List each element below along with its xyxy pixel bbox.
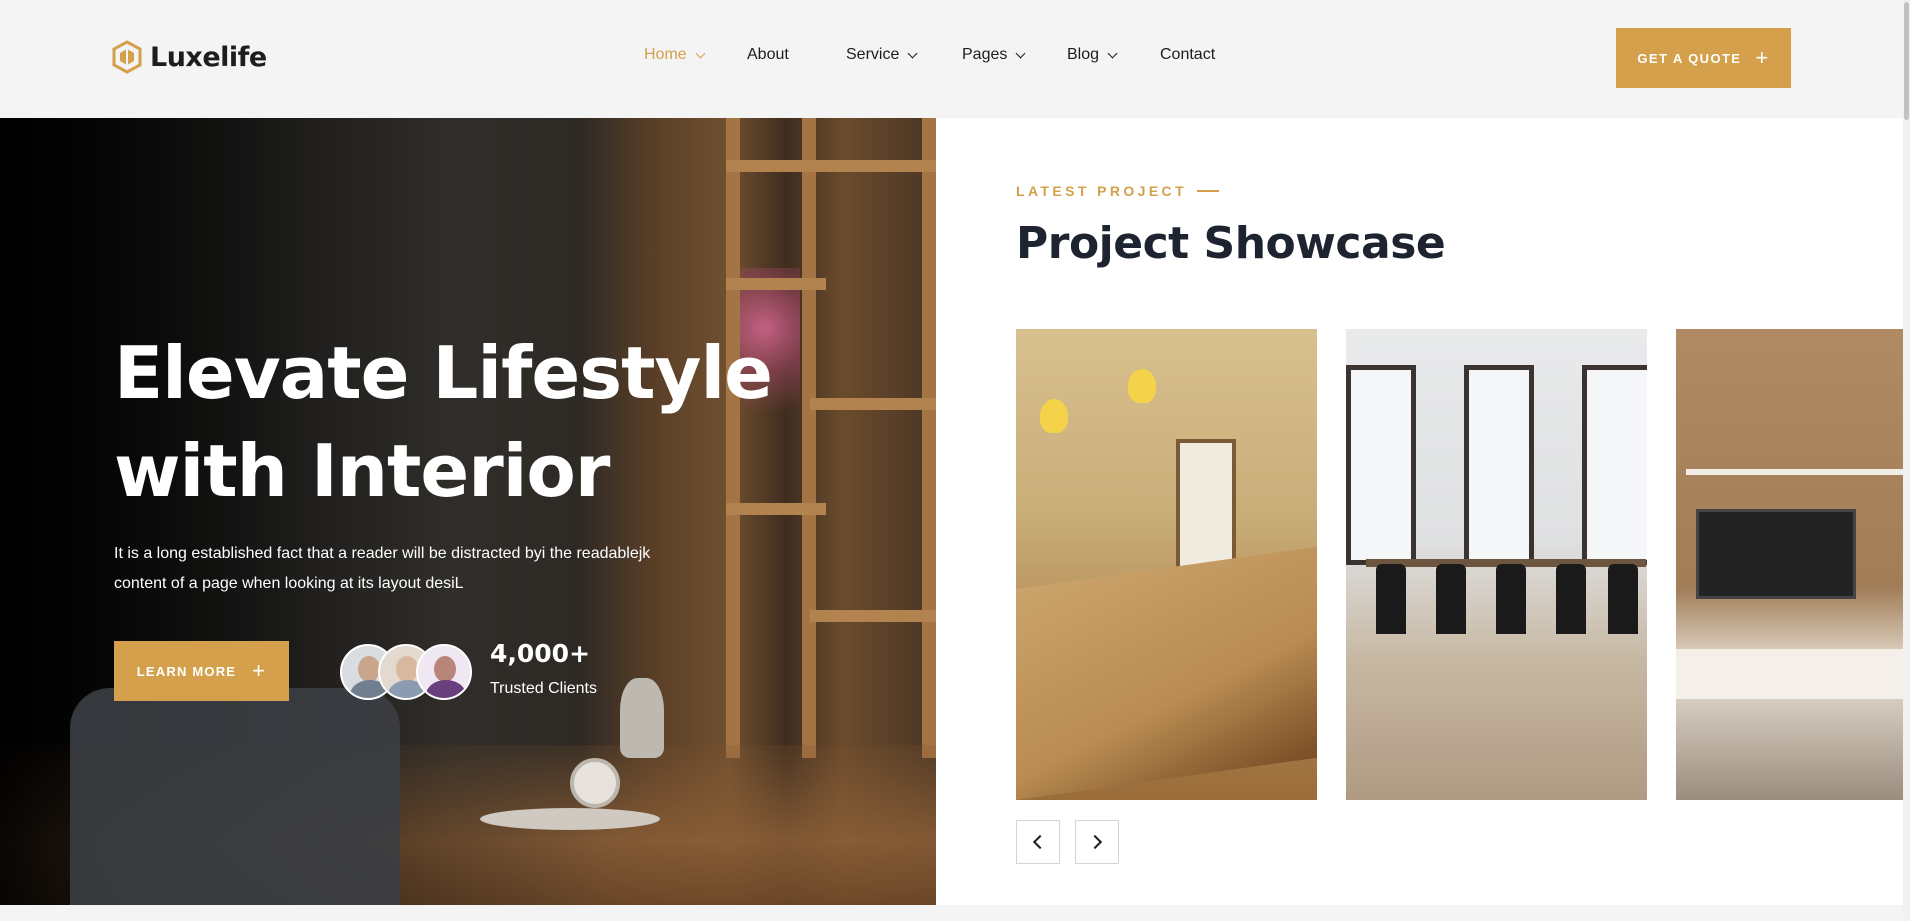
clients-count: 4,000+: [490, 639, 591, 668]
wall-shelf: [1686, 469, 1910, 475]
clients-label: Trusted Clients: [490, 680, 597, 697]
chevron-down-icon: [907, 49, 919, 61]
previous-button[interactable]: [1016, 820, 1060, 864]
logo-icon: [112, 40, 142, 74]
learn-more-button[interactable]: LEARN MORE +: [114, 641, 289, 701]
avatar: [416, 644, 472, 700]
hero-decor-vase: [620, 678, 664, 758]
nav-item-label: Service: [846, 46, 900, 63]
kitchen-project-image[interactable]: [1016, 329, 1317, 800]
project-showcase-section: LATEST PROJECT Project Showcase: [936, 118, 1910, 905]
page-scrollbar[interactable]: [1903, 0, 1910, 921]
nav-item-home[interactable]: Home: [644, 46, 707, 64]
pendant-lamp: [1128, 369, 1156, 403]
chevron-down-icon: [1015, 49, 1027, 61]
plus-icon: +: [1755, 45, 1770, 70]
nav-item-pages[interactable]: Pages: [962, 46, 1027, 64]
nav-item-label: Pages: [962, 46, 1008, 63]
kitchen-counter: [1016, 546, 1317, 800]
scrollbar-thumb[interactable]: [1904, 2, 1909, 120]
window: [1464, 365, 1534, 565]
dining-chair: [1608, 564, 1638, 634]
hero-description: It is a long established fact that a rea…: [114, 539, 694, 599]
plus-icon: +: [252, 658, 267, 683]
learn-more-label: LEARN MORE: [136, 663, 237, 679]
nav-item-service[interactable]: Service: [846, 46, 919, 64]
logo-text: Luxelife: [150, 41, 267, 73]
dining-chair: [1376, 564, 1406, 634]
hero-section: Elevate Lifestyle with Interior It is a …: [0, 118, 936, 905]
chevron-down-icon: [695, 49, 707, 61]
next-button[interactable]: [1075, 820, 1119, 864]
quote-button-label: GET A QUOTE: [1637, 50, 1742, 66]
hero-decor-clock: [570, 758, 620, 808]
nav-item-label: Blog: [1067, 46, 1100, 63]
hero-decor-chair: [70, 688, 400, 905]
site-header: Luxelife Home About Service Pages Blog C…: [0, 0, 1910, 118]
kicker-line: [1197, 190, 1220, 192]
dining-chair: [1496, 564, 1526, 634]
nav-item-about[interactable]: About: [747, 46, 789, 64]
hero-decor-shelf-divider: [802, 118, 816, 758]
logo[interactable]: Luxelife: [112, 40, 267, 74]
nav-item-blog[interactable]: Blog: [1067, 46, 1119, 64]
dining-chair: [1556, 564, 1586, 634]
hero-title-line-1: Elevate Lifestyle: [114, 331, 773, 415]
section-kicker: LATEST PROJECT: [1016, 183, 1220, 199]
dining-room-project-image[interactable]: [1346, 329, 1647, 800]
hero-decor-shelf-board: [810, 398, 936, 410]
client-avatars: [340, 644, 472, 700]
hero-decor-shelf-board: [726, 160, 936, 172]
kicker-label: LATEST PROJECT: [1016, 183, 1188, 199]
hero-description-line-1: It is a long established fact that a rea…: [114, 545, 651, 562]
nav-item-label: About: [747, 46, 789, 63]
window: [1582, 365, 1647, 565]
chevron-down-icon: [1107, 49, 1119, 61]
pendant-lamp: [1040, 399, 1068, 433]
hero-title-line-2: with Interior: [114, 429, 610, 513]
hero-decor-side-table: [480, 808, 660, 830]
chevron-right-icon: [1087, 834, 1103, 850]
tv-console: [1676, 649, 1910, 699]
hero-decor-shelf-board: [810, 610, 936, 622]
nav-item-label: Home: [644, 46, 687, 63]
dining-chair: [1436, 564, 1466, 634]
get-a-quote-button[interactable]: GET A QUOTE +: [1616, 28, 1791, 88]
window: [1346, 365, 1416, 565]
nav-item-contact[interactable]: Contact: [1160, 46, 1215, 64]
living-room-project-image[interactable]: [1676, 329, 1910, 800]
hero-title: Elevate Lifestyle with Interior: [114, 324, 773, 520]
hero-decor-shelf-board: [726, 278, 826, 290]
television: [1696, 509, 1856, 599]
section-title: Project Showcase: [1016, 218, 1446, 269]
hero-description-line-2: content of a page when looking at its la…: [114, 575, 464, 592]
nav-item-label: Contact: [1160, 46, 1216, 63]
chevron-left-icon: [1032, 834, 1048, 850]
